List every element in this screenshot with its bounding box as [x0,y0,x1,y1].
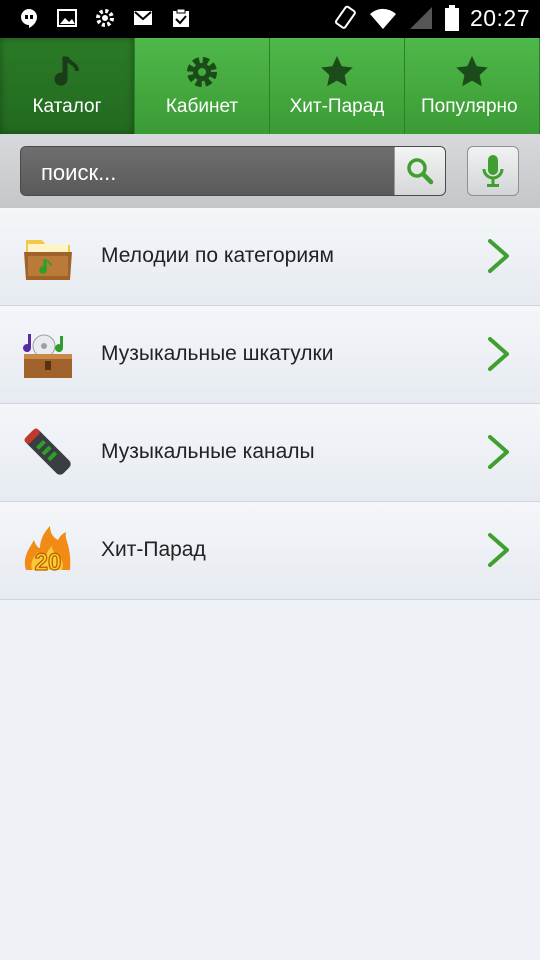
remote-channel-icon [24,428,71,475]
chevron-right-icon [488,435,509,469]
hangouts-icon [21,9,37,28]
settings-icon [96,9,114,27]
star-icon [321,56,353,87]
tab-popular[interactable]: Популярно [405,38,540,134]
voice-search-button[interactable] [467,146,519,196]
list-item-music-channels[interactable]: Музыкальные каналы [0,404,540,502]
list-item-hit-parade[interactable]: 20 Хит-Парад [0,502,540,600]
signal-icon [409,7,432,29]
svg-text:20: 20 [35,549,62,576]
chevron-right-icon [488,533,509,567]
gear-icon [187,57,217,87]
list-item-label: Мелодии по категориям [101,244,334,267]
chevron-right-icon [488,239,509,273]
list-item-music-boxes[interactable]: Музыкальные шкатулки [0,306,540,404]
list-item-melodies-by-category[interactable]: Мелодии по категориям [0,208,540,306]
vibrate-icon [334,5,356,29]
music-box-icon [23,334,72,378]
catalog-list: Мелодии по категориям Музыкальные шкатул… [0,208,540,600]
wifi-icon [369,8,396,29]
chevron-right-icon [488,337,509,371]
status-right-icons: 20:27 [332,4,530,32]
folder-music-icon [24,240,72,280]
star-icon [456,56,488,87]
search-placeholder: поиск... [41,160,117,185]
list-item-label: Музыкальные каналы [101,440,315,463]
tab-catalog[interactable]: Каталог [0,38,135,134]
tab-bar: Каталог Кабинет Хит-Парад Популярно [0,38,540,134]
hit-20-flame-icon: 20 [24,526,71,576]
list-item-label: Музыкальные шкатулки [101,342,334,365]
status-time: 20:27 [469,4,530,31]
tab-label: Хит-Парад [289,96,385,117]
image-icon [57,9,77,27]
music-note-icon [54,56,79,86]
search-input[interactable]: поиск... [20,146,446,196]
tab-label: Каталог [32,96,102,117]
tab-label: Популярно [421,96,518,117]
tab-cabinet[interactable]: Кабинет [135,38,270,134]
microphone-icon [482,155,504,187]
tab-hit-parade[interactable]: Хит-Парад [270,38,405,134]
clipboard-check-icon [173,8,189,27]
list-item-label: Хит-Парад [101,538,206,561]
search-bar: поиск... [0,134,540,209]
tab-label: Кабинет [165,96,239,117]
search-button[interactable] [394,147,445,195]
status-bar: 20:27 [0,0,540,38]
search-icon [407,158,434,185]
status-left-icons [18,7,192,29]
mail-icon [134,11,152,25]
battery-icon [444,5,459,31]
